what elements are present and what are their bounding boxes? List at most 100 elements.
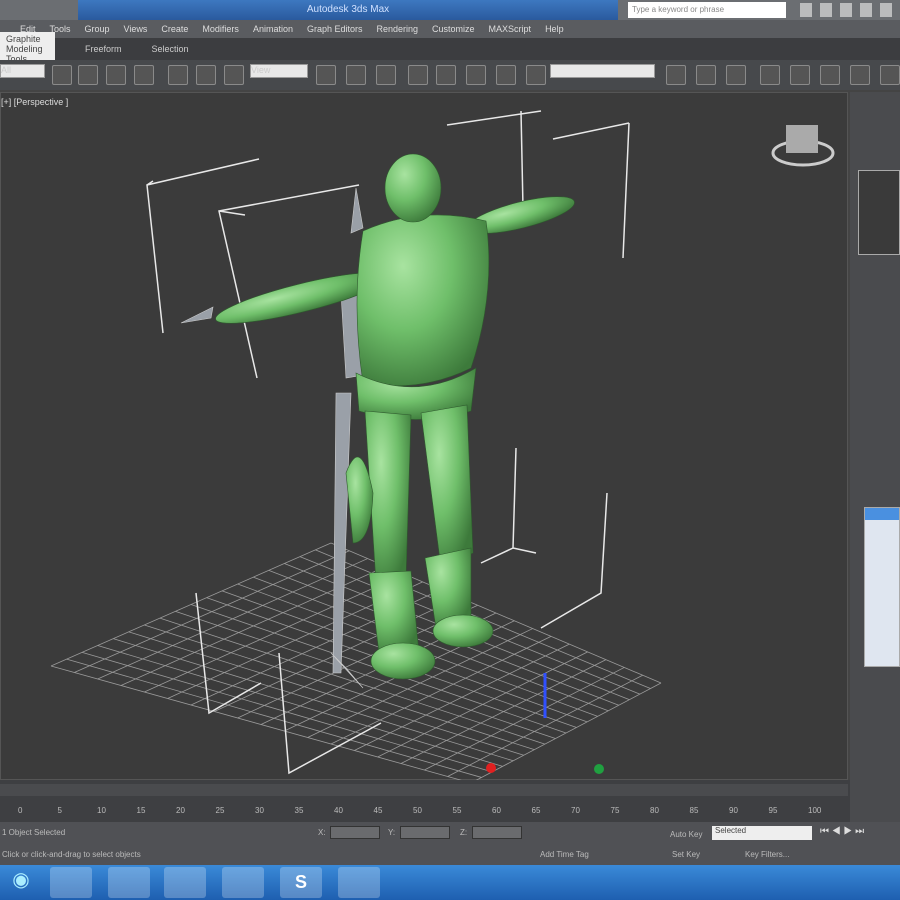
- timeline-tick: 65: [531, 806, 541, 815]
- timeline-tick: 30: [255, 806, 264, 815]
- main-toolbar: All View: [0, 60, 900, 90]
- toolbar-tool-icon[interactable]: [880, 65, 900, 85]
- status-bar: 1 Object Selected Click or click-and-dra…: [0, 822, 900, 865]
- add-time-tag[interactable]: Add Time Tag: [540, 850, 589, 859]
- viewcube: [771, 125, 835, 167]
- object-list[interactable]: [864, 507, 900, 667]
- menu-item[interactable]: Animation: [253, 24, 293, 34]
- y-coord-field[interactable]: [400, 826, 450, 839]
- timeline-tick: 55: [452, 806, 462, 815]
- selection-filter-dropdown[interactable]: All: [0, 64, 45, 78]
- modifier-stack[interactable]: [858, 170, 900, 255]
- menu-item[interactable]: Help: [545, 24, 564, 34]
- timeline-tick: 35: [294, 806, 304, 815]
- toolbar-tool-icon[interactable]: [436, 65, 456, 85]
- playback-controls[interactable]: ⏮ ◀ ▶ ⏭: [820, 826, 900, 840]
- scene: [50, 110, 835, 781]
- app-icon[interactable]: [164, 867, 206, 898]
- timeline-tick: 10: [97, 806, 106, 815]
- skype-icon[interactable]: S: [280, 867, 322, 898]
- toolbar-tool-icon[interactable]: [316, 65, 336, 85]
- menu-item[interactable]: Create: [161, 24, 188, 34]
- ref-coord-dropdown[interactable]: View: [250, 64, 308, 78]
- toolbar-tool-icon[interactable]: [666, 65, 686, 85]
- key-mode-dropdown[interactable]: Selected: [712, 826, 812, 840]
- 3dsmax-icon[interactable]: [338, 867, 380, 898]
- toolbar-tool-icon[interactable]: [850, 65, 870, 85]
- timeline-tick: 80: [650, 806, 659, 815]
- window-title: Autodesk 3ds Max: [78, 0, 618, 20]
- toolbar-tool-icon[interactable]: [106, 65, 126, 85]
- named-selection-dropdown[interactable]: [550, 64, 655, 78]
- star-icon[interactable]: [820, 3, 832, 17]
- timeline-tick: 25: [215, 806, 225, 815]
- time-slider[interactable]: [0, 784, 848, 796]
- toolbar-tool-icon[interactable]: [760, 65, 780, 85]
- set-key-button[interactable]: Set Key: [672, 850, 700, 859]
- timeline-tick: 0: [18, 806, 23, 815]
- z-coord-field[interactable]: [472, 826, 522, 839]
- timeline-tick: 50: [413, 806, 422, 815]
- y-label: Y:: [388, 828, 396, 837]
- toolbar-tool-icon[interactable]: [52, 65, 72, 85]
- timeline-tick: 75: [610, 806, 620, 815]
- home-grid: [50, 542, 662, 781]
- timeline-tick: 15: [136, 806, 146, 815]
- timeline-tick: 95: [768, 806, 778, 815]
- menu-item[interactable]: MAXScript: [489, 24, 532, 34]
- tab-selection[interactable]: Selection: [152, 44, 189, 54]
- start-button[interactable]: ◉: [4, 867, 38, 898]
- menu-item[interactable]: Rendering: [377, 24, 419, 34]
- search-input[interactable]: Type a keyword or phrase: [628, 2, 786, 18]
- paint-icon[interactable]: [222, 867, 264, 898]
- prompt-text: Click or click-and-drag to select object…: [2, 850, 141, 859]
- menu-item[interactable]: Views: [124, 24, 148, 34]
- explorer-icon[interactable]: [50, 867, 92, 898]
- toolbar-tool-icon[interactable]: [346, 65, 366, 85]
- menu-item[interactable]: Group: [85, 24, 110, 34]
- selection-status: 1 Object Selected: [2, 828, 66, 837]
- timeline-tick: 90: [729, 806, 738, 815]
- x-coord-field[interactable]: [330, 826, 380, 839]
- toolbar-tool-icon[interactable]: [526, 65, 546, 85]
- maximize-icon[interactable]: [860, 3, 872, 17]
- character-mesh: [215, 153, 575, 680]
- auto-key-button[interactable]: Auto Key: [670, 830, 702, 839]
- toolbar-tool-icon[interactable]: [224, 65, 244, 85]
- timeline-tick: 5: [57, 806, 62, 815]
- toolbar-tool-icon[interactable]: [168, 65, 188, 85]
- timeline-tick: 60: [492, 806, 501, 815]
- title-bar: Autodesk 3ds Max Type a keyword or phras…: [0, 0, 900, 20]
- menu-item[interactable]: Modifiers: [202, 24, 239, 34]
- toolbar-tool-icon[interactable]: [78, 65, 98, 85]
- track-bar[interactable]: 0 5 10 15 20 25 30 35 40 45 50 55 60 65 70 75 80 85 90 95 10…: [0, 806, 848, 820]
- z-label: Z:: [460, 828, 468, 837]
- key-filters-button[interactable]: Key Filters...: [745, 850, 789, 859]
- menu-item[interactable]: Customize: [432, 24, 475, 34]
- toolbar-tool-icon[interactable]: [134, 65, 154, 85]
- tab-freeform[interactable]: Freeform: [85, 44, 122, 54]
- toolbar-tool-icon[interactable]: [790, 65, 810, 85]
- toolbar-tool-icon[interactable]: [196, 65, 216, 85]
- timeline-tick: 100: [808, 806, 822, 815]
- taskbar: ◉ S: [0, 865, 900, 900]
- close-icon[interactable]: [880, 3, 892, 17]
- toolbar-tool-icon[interactable]: [408, 65, 428, 85]
- timeline-tick: 40: [334, 806, 343, 815]
- toolbar-tool-icon[interactable]: [726, 65, 746, 85]
- world-axis-tripod: [486, 673, 604, 774]
- toolbar-tool-icon[interactable]: [376, 65, 396, 85]
- toolbar-tool-icon[interactable]: [696, 65, 716, 85]
- menu-item[interactable]: Graph Editors: [307, 24, 363, 34]
- binoculars-icon[interactable]: [800, 3, 812, 17]
- ribbon-tabs: Graphite Modeling Tools Freeform Selecti…: [0, 32, 900, 66]
- command-panel[interactable]: [850, 92, 900, 822]
- toolbar-tool-icon[interactable]: [496, 65, 516, 85]
- timeline[interactable]: 0 5 10 15 20 25 30 35 40 45 50 55 60 65 70 75 80 85 90 95 10…: [0, 780, 850, 822]
- x-label: X:: [318, 828, 326, 837]
- perspective-viewport[interactable]: [+] [Perspective ]: [0, 92, 848, 781]
- toolbar-tool-icon[interactable]: [820, 65, 840, 85]
- minimize-icon[interactable]: [840, 3, 852, 17]
- media-icon[interactable]: [108, 867, 150, 898]
- toolbar-tool-icon[interactable]: [466, 65, 486, 85]
